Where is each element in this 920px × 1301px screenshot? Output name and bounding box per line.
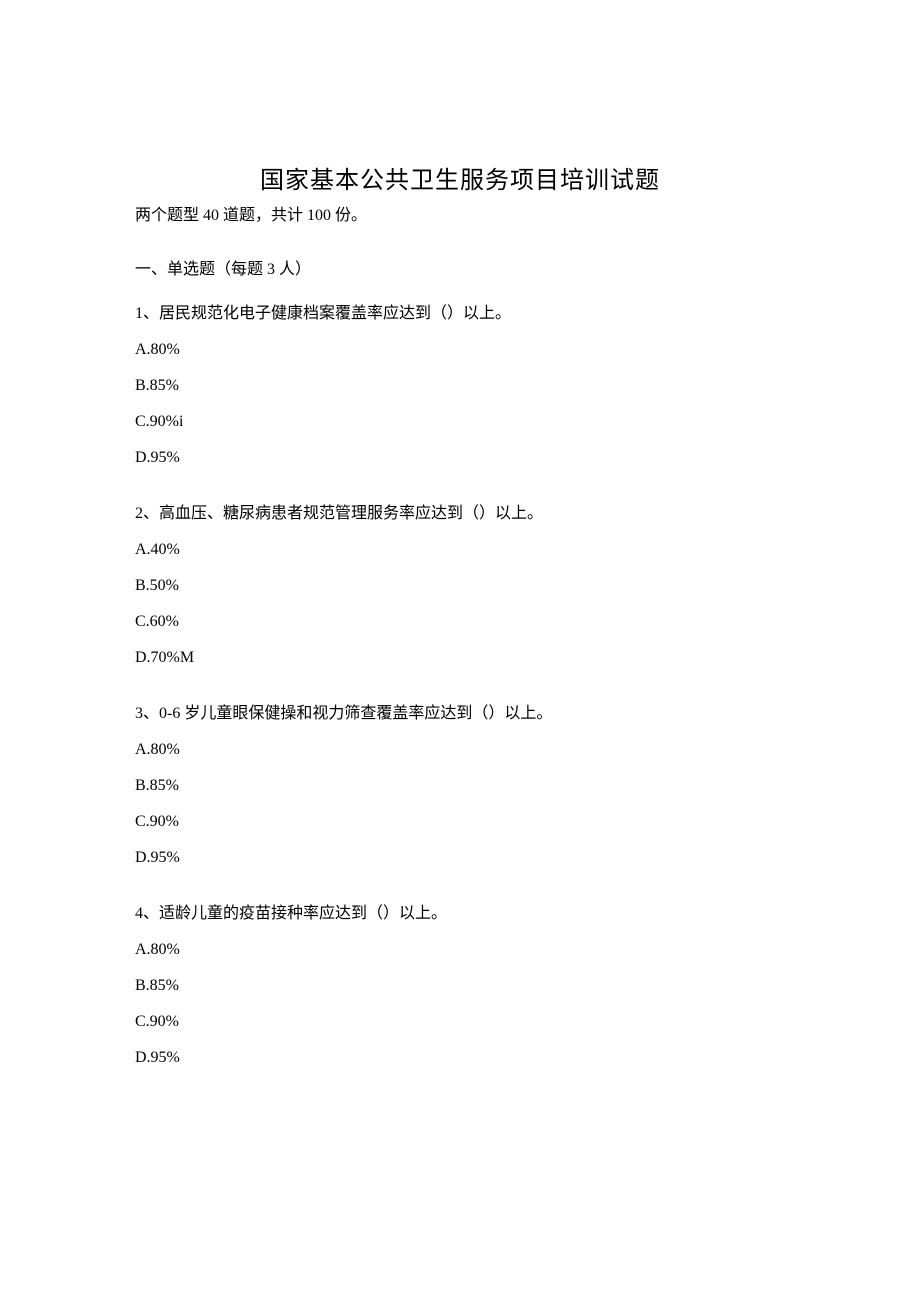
- section-header: 一、单选题（每题 3 人）: [135, 255, 785, 279]
- question-option: D.70%M: [135, 649, 785, 667]
- question-option: C.90%: [135, 1013, 785, 1031]
- question-option: C.90%: [135, 813, 785, 831]
- question-text: 2、高血压、糖尿病患者规范管理服务率应达到（）以上。: [135, 499, 785, 523]
- question-block: 1、居民规范化电子健康档案覆盖率应达到（）以上。 A.80% B.85% C.9…: [135, 299, 785, 467]
- question-block: 2、高血压、糖尿病患者规范管理服务率应达到（）以上。 A.40% B.50% C…: [135, 499, 785, 667]
- question-option: C.60%: [135, 613, 785, 631]
- question-option: B.85%: [135, 977, 785, 995]
- question-option: D.95%: [135, 449, 785, 467]
- question-option: B.50%: [135, 577, 785, 595]
- question-option: A.80%: [135, 341, 785, 359]
- question-option: A.80%: [135, 741, 785, 759]
- question-text: 1、居民规范化电子健康档案覆盖率应达到（）以上。: [135, 299, 785, 323]
- question-block: 4、适龄儿童的疫苗接种率应达到（）以上。 A.80% B.85% C.90% D…: [135, 899, 785, 1067]
- question-option: A.40%: [135, 541, 785, 559]
- question-option: B.85%: [135, 777, 785, 795]
- question-option: A.80%: [135, 941, 785, 959]
- question-option: D.95%: [135, 849, 785, 867]
- question-option: C.90%i: [135, 413, 785, 431]
- question-option: D.95%: [135, 1049, 785, 1067]
- question-text: 3、0-6 岁儿童眼保健操和视力筛查覆盖率应达到（）以上。: [135, 699, 785, 723]
- question-block: 3、0-6 岁儿童眼保健操和视力筛查覆盖率应达到（）以上。 A.80% B.85…: [135, 699, 785, 867]
- document-subtitle: 两个题型 40 道题，共计 100 份。: [135, 201, 785, 225]
- document-title: 国家基本公共卫生服务项目培训试题: [135, 160, 785, 195]
- question-text: 4、适龄儿童的疫苗接种率应达到（）以上。: [135, 899, 785, 923]
- question-option: B.85%: [135, 377, 785, 395]
